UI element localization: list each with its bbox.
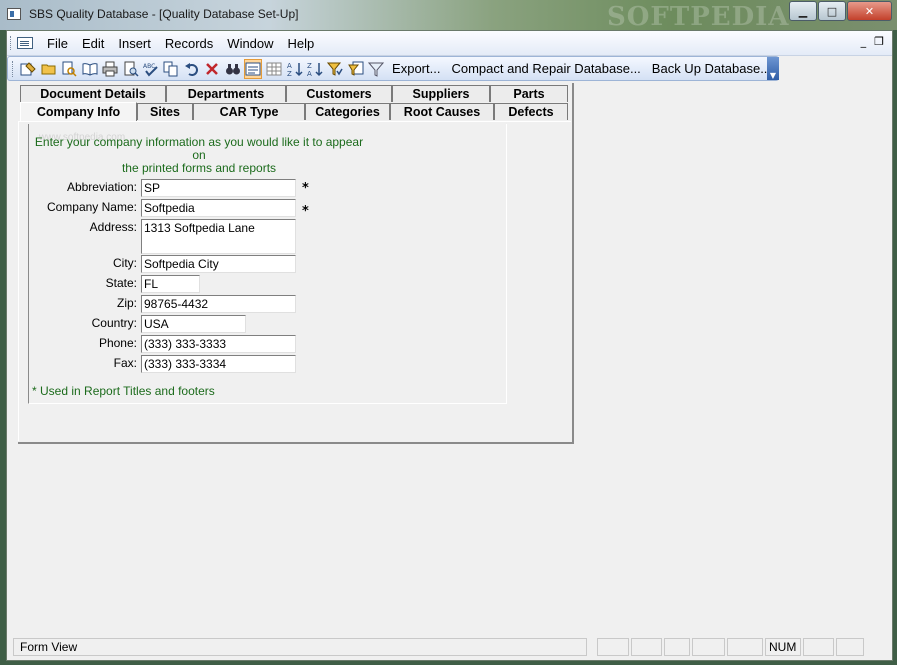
filter-by-selection-icon[interactable] xyxy=(327,59,344,79)
company-info-group: www.softpedia.com Enter your company inf… xyxy=(28,124,507,404)
undo-icon[interactable] xyxy=(183,59,200,79)
search-record-icon[interactable] xyxy=(60,59,77,79)
zip-input[interactable]: 98765-4432 xyxy=(141,295,296,313)
menu-records[interactable]: Records xyxy=(165,36,213,51)
menu-insert[interactable]: Insert xyxy=(118,36,151,51)
design-view-icon[interactable] xyxy=(20,59,37,79)
status-cell-4 xyxy=(692,638,725,656)
minimize-button[interactable]: ▁ xyxy=(789,1,817,21)
status-view-text: Form View xyxy=(13,638,587,656)
svg-text:Z: Z xyxy=(287,70,292,77)
open-book-icon[interactable] xyxy=(81,59,98,79)
status-cell-1 xyxy=(597,638,629,656)
tab-car-type[interactable]: CAR Type xyxy=(193,103,305,120)
instructions-text: Enter your company information as you wo… xyxy=(29,136,369,175)
state-label: State: xyxy=(105,276,137,290)
country-input[interactable]: USA xyxy=(141,315,246,333)
backup-database-button[interactable]: Back Up Database... xyxy=(652,61,771,76)
tab-root-causes[interactable]: Root Causes xyxy=(390,103,494,120)
city-label: City: xyxy=(113,256,137,270)
delete-icon[interactable] xyxy=(204,59,221,79)
phone-input[interactable]: (333) 333-3333 xyxy=(141,335,296,353)
tab-categories[interactable]: Categories xyxy=(305,103,390,120)
tab-sites[interactable]: Sites xyxy=(137,103,193,120)
zip-label: Zip: xyxy=(116,296,137,310)
compact-repair-button[interactable]: Compact and Repair Database... xyxy=(451,61,640,76)
sort-ascending-icon[interactable]: AZ xyxy=(286,59,303,79)
window-title: SBS Quality Database - [Quality Database… xyxy=(29,7,299,21)
required-footnote: * Used in Report Titles and footers xyxy=(32,384,215,398)
status-cell-7 xyxy=(803,638,834,656)
title-bar: SBS Quality Database - [Quality Database… xyxy=(0,0,897,32)
mdi-buttons: _ ❐ xyxy=(861,35,884,48)
menu-file[interactable]: File xyxy=(47,36,68,51)
watermark: SOFTPEDIA xyxy=(607,2,790,32)
status-cell-5 xyxy=(727,638,763,656)
datasheet-view-icon[interactable] xyxy=(265,59,282,79)
status-cell-3 xyxy=(664,638,690,656)
instructions-line-2: the printed forms and reports xyxy=(121,161,277,175)
city-input[interactable]: Softpedia City xyxy=(141,255,296,273)
filter-by-form-icon[interactable] xyxy=(347,59,364,79)
print-icon[interactable] xyxy=(101,59,118,79)
tab-suppliers[interactable]: Suppliers xyxy=(392,85,490,102)
tab-customers[interactable]: Customers xyxy=(286,85,392,102)
export-button[interactable]: Export... xyxy=(392,61,440,76)
company-name-input[interactable]: Softpedia xyxy=(141,199,296,217)
svg-text:ABC: ABC xyxy=(143,63,155,70)
abbreviation-input[interactable]: SP xyxy=(141,179,296,197)
tab-document-details[interactable]: Document Details xyxy=(20,85,166,102)
address-input[interactable]: 1313 Softpedia Lane xyxy=(141,219,296,254)
svg-text:A: A xyxy=(287,62,292,70)
country-label: Country: xyxy=(91,316,137,330)
status-cell-2 xyxy=(631,638,662,656)
mdi-client: Document Details Departments Customers S… xyxy=(7,83,892,634)
tab-defects[interactable]: Defects xyxy=(494,103,568,120)
tab-departments[interactable]: Departments xyxy=(166,85,286,102)
print-preview-icon[interactable] xyxy=(122,59,139,79)
spelling-icon[interactable]: ABC xyxy=(142,59,159,79)
fax-label: Fax: xyxy=(113,356,137,370)
abbreviation-required-mark: * xyxy=(302,181,309,196)
menu-edit[interactable]: Edit xyxy=(82,36,104,51)
instructions-line-1: Enter your company information as you wo… xyxy=(34,135,364,162)
menu-window[interactable]: Window xyxy=(227,36,273,51)
toolbar: ABC AZ ZA Export... Compact and Repair D… xyxy=(7,56,779,81)
tab-parts[interactable]: Parts xyxy=(490,85,568,102)
menu-help[interactable]: Help xyxy=(288,36,315,51)
remove-filter-icon[interactable] xyxy=(368,59,385,79)
document-menu-icon[interactable] xyxy=(17,37,33,49)
form-view-icon[interactable] xyxy=(244,58,263,79)
company-name-required-mark: * xyxy=(302,204,309,219)
tab-company-info[interactable]: Company Info xyxy=(20,102,137,121)
abbreviation-label: Abbreviation: xyxy=(66,180,137,194)
status-bar: Form View NUM xyxy=(7,636,892,658)
svg-text:Z: Z xyxy=(307,62,312,70)
company-info-panel: www.softpedia.com Enter your company inf… xyxy=(18,121,571,441)
phone-label: Phone: xyxy=(98,336,137,350)
mdi-minimize-button[interactable]: _ xyxy=(861,35,867,48)
copy-icon[interactable] xyxy=(163,59,180,79)
company-name-label: Company Name: xyxy=(46,200,137,214)
maximize-button[interactable]: □ xyxy=(818,1,846,21)
setup-form: Document Details Departments Customers S… xyxy=(18,83,574,444)
fax-input[interactable]: (333) 333-3334 xyxy=(141,355,296,373)
address-label: Address: xyxy=(89,220,137,234)
status-cell-8 xyxy=(836,638,864,656)
caption-buttons: ▁ □ ✕ xyxy=(788,1,892,21)
app-frame: File Edit Insert Records Window Help _ ❐ xyxy=(6,30,893,661)
menu-bar: File Edit Insert Records Window Help _ ❐ xyxy=(7,31,892,56)
status-num-indicator: NUM xyxy=(765,638,801,656)
toolbar-overflow-button[interactable]: ▼ xyxy=(767,57,779,80)
find-binoculars-icon[interactable] xyxy=(224,59,241,79)
app-icon[interactable] xyxy=(7,8,21,20)
menu-grip-handle[interactable] xyxy=(10,36,14,50)
mdi-restore-button[interactable]: ❐ xyxy=(874,35,884,48)
close-button[interactable]: ✕ xyxy=(847,1,892,21)
sort-descending-icon[interactable]: ZA xyxy=(306,59,323,79)
state-input[interactable]: FL xyxy=(141,275,200,293)
open-folder-icon[interactable] xyxy=(40,59,57,79)
toolbar-grip-handle[interactable] xyxy=(12,60,16,77)
svg-text:A: A xyxy=(307,70,312,77)
